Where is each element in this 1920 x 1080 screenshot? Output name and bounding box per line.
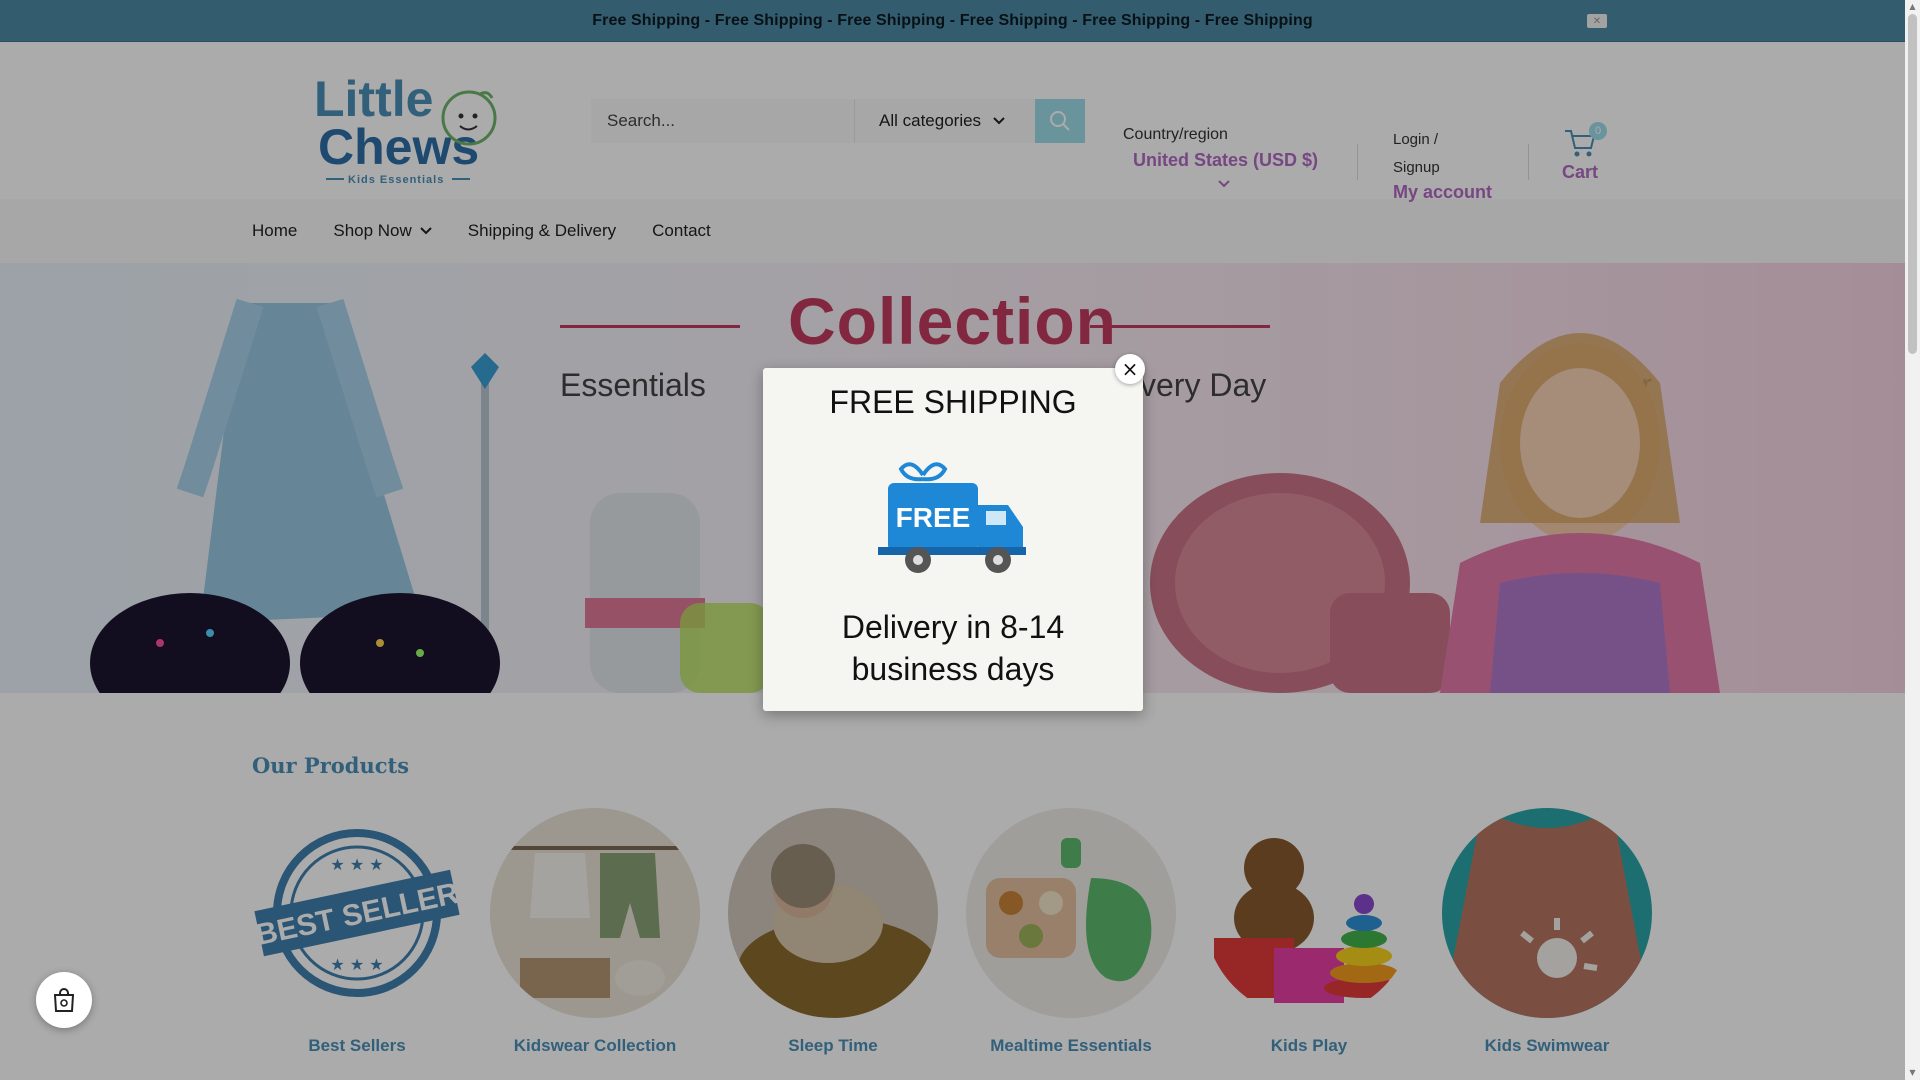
shopping-bag-icon: [53, 988, 75, 1012]
free-shipping-modal: × FREE SHIPPING FREE Delivery in 8-14 bu…: [763, 354, 1145, 711]
modal-title: FREE SHIPPING: [829, 384, 1077, 420]
truck-free-text: FREE: [896, 502, 971, 533]
scrollbar[interactable]: ▲ ▼: [1905, 0, 1920, 1080]
modal-body: Delivery in 8-14 business days: [841, 609, 1065, 687]
scroll-up-icon[interactable]: ▲: [1908, 2, 1917, 12]
delivery-truck-icon: FREE: [878, 455, 1028, 580]
scroll-thumb[interactable]: [1908, 14, 1917, 354]
modal-close-button[interactable]: ×: [1115, 354, 1145, 384]
scroll-down-icon[interactable]: ▼: [1908, 1068, 1917, 1078]
chat-widget-button[interactable]: [36, 972, 92, 1028]
close-icon: ×: [1121, 357, 1139, 381]
